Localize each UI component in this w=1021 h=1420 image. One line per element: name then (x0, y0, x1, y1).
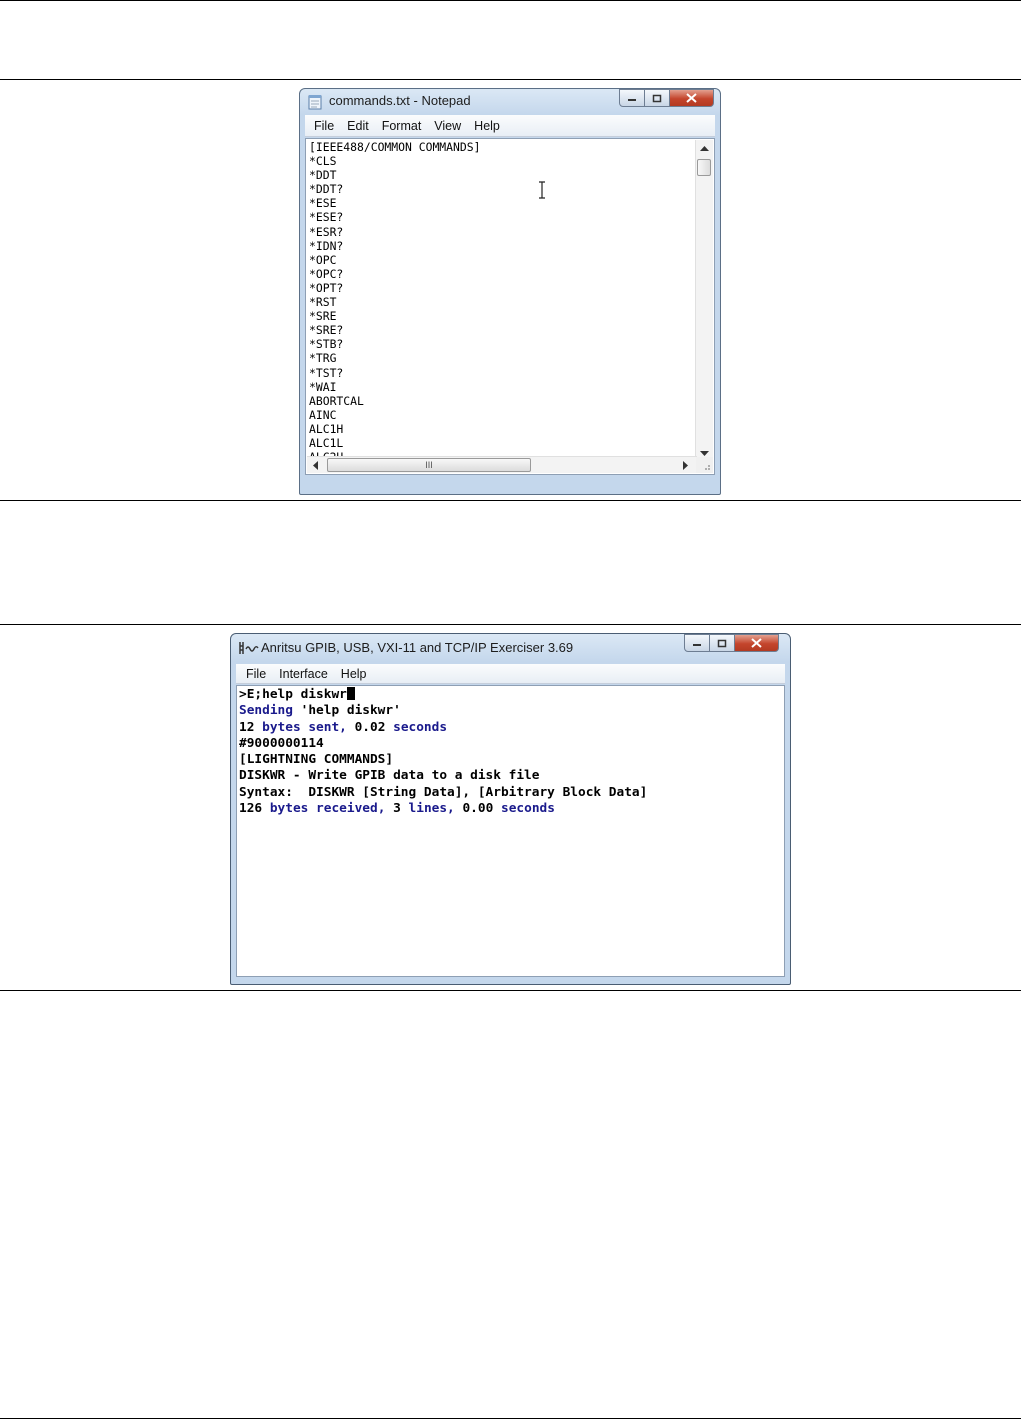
terminal-segment: bytes received, (269, 801, 394, 817)
menu-help[interactable]: Help (341, 667, 367, 681)
horizontal-scroll-thumb[interactable]: III (327, 458, 531, 472)
terminal-segment: 3 (393, 801, 409, 817)
terminal-text[interactable]: >E;help diskwr Sending 'help diskwr' 12 by… (239, 687, 647, 817)
maximize-icon (717, 639, 727, 647)
text-line: *IDN? (309, 238, 344, 253)
figure1-top-rule (0, 79, 1021, 80)
terminal-segment: bytes sent, (262, 719, 355, 735)
text-line: *DDT? (309, 182, 344, 197)
menu-bar: File Edit Format View Help (305, 115, 715, 137)
vertical-scrollbar[interactable] (695, 140, 713, 463)
menu-format[interactable]: Format (382, 119, 422, 133)
terminal-segment: seconds (501, 801, 555, 817)
close-button[interactable] (735, 634, 779, 652)
text-line: *ESE (309, 196, 337, 211)
text-line: *OPC (309, 252, 337, 267)
terminal-line: >E;help diskwr (239, 687, 647, 703)
terminal-segment: 12 (239, 719, 263, 735)
text-editor-area[interactable]: [IEEE488/COMMON COMMANDS] *CLS *DDT *DDT? *E… (305, 138, 715, 475)
menu-view[interactable]: View (434, 119, 461, 133)
terminal-line: [LIGHTNING COMMANDS] (239, 752, 647, 768)
terminal-line: #9000000114 (239, 736, 647, 752)
text-line: *SRE? (309, 323, 344, 338)
text-line: ABORTCAL (309, 393, 364, 408)
maximize-icon (652, 94, 662, 102)
text-line: *CLS (309, 154, 337, 169)
text-line: [IEEE488/COMMON COMMANDS] (309, 140, 481, 154)
close-icon (751, 638, 762, 648)
vertical-scroll-thumb[interactable] (697, 159, 711, 176)
menu-edit[interactable]: Edit (347, 119, 369, 133)
page-bottom-rule (0, 1418, 1021, 1419)
exerciser-window: Anritsu GPIB, USB, VXI-11 and TCP/IP Exe… (230, 633, 791, 985)
terminal-segment: Sending (239, 703, 301, 719)
terminal-line: 12 bytes sent, 0.02 seconds (239, 720, 647, 736)
maximize-button[interactable] (710, 634, 735, 652)
terminal-segment: #9000000114 (239, 735, 324, 751)
text-line: *SRE (309, 309, 337, 324)
menu-file[interactable]: File (314, 119, 334, 133)
text-line: *RST (309, 295, 337, 310)
text-line: *ESR? (309, 224, 344, 239)
terminal-output-area[interactable]: >E;help diskwr Sending 'help diskwr' 12 by… (236, 685, 785, 977)
page-top-rule (0, 0, 1021, 1)
notepad-window: commands.txt - Notepad File Edit Format … (299, 88, 721, 495)
terminal-segment: 0.02 (354, 719, 394, 735)
size-grip[interactable] (696, 457, 713, 473)
figure2-top-rule (0, 624, 1021, 625)
text-cursor-icon (539, 181, 545, 199)
horizontal-scrollbar[interactable]: III (307, 456, 697, 473)
terminal-line: Sending 'help diskwr' (239, 703, 647, 719)
terminal-segment: DISKWR - Write GPIB data to a disk file (239, 768, 540, 784)
close-icon (686, 93, 697, 103)
terminal-segment: >E;help diskwr (239, 687, 347, 702)
text-content[interactable]: [IEEE488/COMMON COMMANDS] *CLS *DDT *DDT? *E… (309, 140, 480, 464)
menu-help[interactable]: Help (474, 119, 500, 133)
minimize-icon (693, 644, 701, 646)
resize-grip-icon (705, 465, 710, 470)
text-line: *OPT? (309, 280, 344, 295)
maximize-button[interactable] (645, 89, 670, 107)
scroll-left-arrow-icon[interactable] (313, 461, 319, 470)
scroll-right-arrow-icon[interactable] (683, 461, 689, 470)
text-line: *TRG (309, 351, 337, 366)
close-button[interactable] (670, 89, 714, 107)
text-line: AINC (309, 407, 337, 422)
figure1-bottom-rule (0, 500, 1021, 501)
text-line: ALC1L (309, 435, 344, 450)
menu-file[interactable]: File (246, 667, 266, 681)
terminal-segment: Syntax: DISKWR [String Data], [Arbitrary… (239, 784, 648, 800)
terminal-segment: 0.00 (462, 801, 501, 817)
text-line: *STB? (309, 337, 344, 352)
text-line: *TST? (309, 365, 344, 380)
terminal-segment: lines, (408, 801, 463, 817)
figure2-bottom-rule (0, 990, 1021, 991)
text-line: *WAI (309, 379, 337, 394)
terminal-cursor (346, 687, 355, 700)
minimize-icon (628, 99, 636, 101)
text-line: *ESE? (309, 210, 344, 225)
window-title: commands.txt - Notepad (329, 93, 471, 108)
scroll-up-arrow-icon[interactable] (700, 146, 709, 152)
terminal-line: DISKWR - Write GPIB data to a disk file (239, 768, 647, 784)
minimize-button[interactable] (619, 89, 645, 107)
terminal-segment: 'help diskwr' (300, 703, 401, 719)
menu-interface[interactable]: Interface (279, 667, 328, 681)
text-line: *OPC? (309, 266, 344, 281)
terminal-line: Syntax: DISKWR [String Data], [Arbitrary… (239, 785, 647, 801)
terminal-segment: [LIGHTNING COMMANDS] (239, 752, 394, 768)
text-line: *DDT (309, 168, 337, 183)
notepad-icon (308, 95, 322, 110)
terminal-segment: 126 (239, 801, 270, 817)
window-title: Anritsu GPIB, USB, VXI-11 and TCP/IP Exe… (261, 640, 574, 655)
text-line: ALC1H (309, 421, 344, 436)
terminal-segment: seconds (393, 719, 448, 735)
minimize-button[interactable] (684, 634, 710, 652)
terminal-line: 126 bytes received, 3 lines, 0.00 second… (239, 801, 647, 817)
menu-bar: File Interface Help (236, 664, 785, 684)
exerciser-app-icon (239, 642, 259, 654)
